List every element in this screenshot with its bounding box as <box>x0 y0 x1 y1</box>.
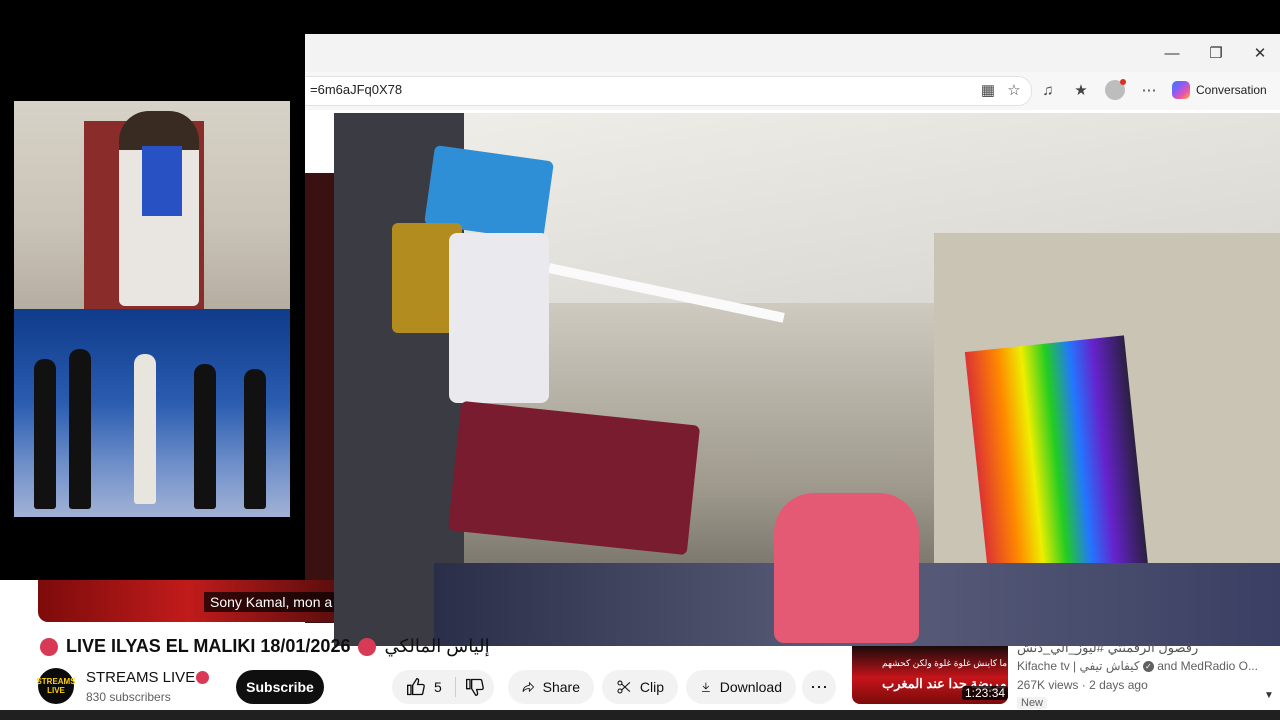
copilot-icon <box>1172 81 1190 99</box>
video-duration-badge: 1:23:34 <box>962 686 1009 700</box>
media-control-icon[interactable]: ♫ <box>1038 80 1058 100</box>
scissors-icon <box>617 680 631 694</box>
favorites-list-icon[interactable]: ★ <box>1071 80 1091 100</box>
app-available-icon[interactable]: ▦ <box>978 80 998 100</box>
clip-button[interactable]: Clip <box>602 670 678 704</box>
new-badge: New <box>1017 697 1048 709</box>
restore-icon[interactable]: ❐ <box>1194 34 1238 72</box>
video-player[interactable] <box>305 173 335 623</box>
top-black-bar <box>0 0 1280 34</box>
live-dot-icon <box>40 637 58 656</box>
more-actions-button[interactable]: ⋯ <box>802 670 836 704</box>
video-title: LIVE ILYAS EL MALIKI 18/01/2026 إلياس ال… <box>40 636 490 657</box>
subscribe-button[interactable]: Subscribe <box>236 670 324 704</box>
download-icon <box>701 682 710 692</box>
clip-label: Clip <box>639 679 664 695</box>
dislike-button[interactable] <box>465 677 485 697</box>
minimize-icon[interactable]: — <box>1150 34 1194 72</box>
close-icon[interactable]: ✕ <box>1238 34 1280 72</box>
recommended-channel-extra: and MedRadio O... <box>1157 659 1258 673</box>
browser-title-bar <box>305 34 1280 72</box>
player-caption: Sony Kamal, mon a <box>204 592 339 612</box>
recommended-meta: 267K views · 2 days ago <box>1017 678 1148 692</box>
recommended-views: 267K views <box>1017 678 1079 692</box>
verified-check-icon: ✓ <box>1142 661 1154 673</box>
share-label: Share <box>542 679 580 695</box>
copilot-label: Conversation <box>1196 83 1267 97</box>
channel-avatar[interactable]: STREAMS LIVE <box>36 668 76 704</box>
share-button[interactable]: Share <box>508 670 594 704</box>
recommended-age: 2 days ago <box>1089 678 1148 692</box>
webcam-overlay <box>334 113 1280 646</box>
recommended-channel[interactable]: Kifache tv | كيفاش تيفي ✓ and MedRadio O… <box>1017 659 1258 673</box>
video-title-arabic: إلياس المالكي <box>384 636 490 656</box>
channel-name[interactable]: STREAMS LIVE <box>86 669 195 686</box>
share-icon <box>522 681 535 693</box>
recommended-menu-icon[interactable]: ▼ <box>1264 690 1274 701</box>
like-button[interactable]: 5 <box>406 677 442 697</box>
overlay-video-top <box>14 101 290 309</box>
url-text[interactable]: =6m6aJFq0X78 <box>310 82 402 97</box>
thumbs-down-icon <box>466 678 484 697</box>
download-label: Download <box>719 679 782 695</box>
download-button[interactable]: Download <box>686 670 796 704</box>
more-menu-icon[interactable]: ⋯ <box>1139 80 1159 100</box>
thumbs-up-icon <box>407 677 425 696</box>
like-divider <box>455 677 456 697</box>
more-actions-icon: ⋯ <box>810 676 828 697</box>
overlay-video-bottom <box>14 309 290 517</box>
like-count: 5 <box>434 679 442 695</box>
live-dot-icon-2 <box>358 637 377 656</box>
favorite-star-icon[interactable]: ☆ <box>1004 80 1024 100</box>
recommended-channel-name: Kifache tv | كيفاش تيفي <box>1017 659 1140 673</box>
thumbnail-text-top: ما كاينش غلوة غلوة ولكن كحشهم <box>882 658 1008 668</box>
subscriber-count: 830 subscribers <box>86 690 171 704</box>
page-white-gap <box>305 110 335 173</box>
copilot-conversation-button[interactable]: Conversation <box>1172 78 1276 102</box>
channel-live-dot-icon <box>196 671 209 684</box>
profile-notification-dot <box>1120 79 1126 85</box>
taskbar-strip <box>0 710 1280 720</box>
video-title-text: LIVE ILYAS EL MALIKI 18/01/2026 <box>66 636 351 656</box>
